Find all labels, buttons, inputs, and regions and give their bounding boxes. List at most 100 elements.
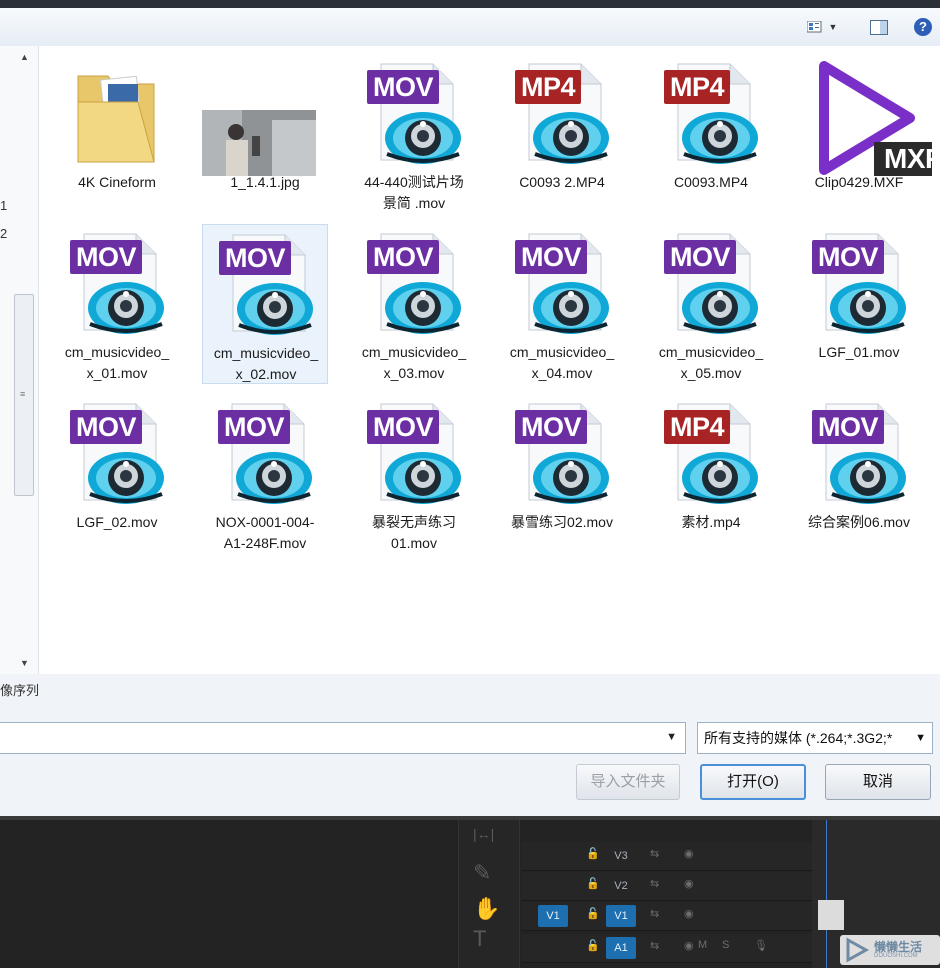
scrollbar-thumb[interactable]: ≡ <box>14 294 34 496</box>
film-reel-icon <box>381 274 465 341</box>
track-header[interactable]: 🔓 A1 ⇆ ◉ M S 🎙 <box>522 934 812 963</box>
track-header[interactable]: 🔓 V2 ⇆ ◉ <box>522 872 812 901</box>
file-item[interactable]: MOV 44-440测试片场 景简 .mov <box>351 54 477 214</box>
file-item[interactable]: MP4 C0093.MP4 <box>648 54 774 214</box>
file-item[interactable]: MOV 暴裂无声练习 01.mov <box>351 394 477 554</box>
change-view-button[interactable]: ▼ <box>802 16 842 38</box>
track-label[interactable]: V3 <box>606 845 636 867</box>
film-reel-icon <box>381 104 465 171</box>
eye-icon[interactable]: ◉ <box>684 847 694 860</box>
file-extension-badge: MXF <box>884 143 940 174</box>
preview-pane-button[interactable] <box>866 16 892 38</box>
import-folder-button[interactable]: 导入文件夹 <box>576 764 680 800</box>
sync-lock-icon[interactable]: ⇆ <box>650 907 659 920</box>
video-file-icon: MP4 <box>515 62 609 164</box>
film-reel-icon <box>678 104 762 171</box>
file-name-line: x_05.mov <box>680 365 742 381</box>
eye-icon[interactable]: ◉ <box>684 877 694 890</box>
navigation-pane-edge: 1 2 ▲ ≡ ▼ <box>0 46 39 674</box>
video-file-icon: MOV <box>70 402 164 504</box>
file-extension-badge: MOV <box>70 240 143 274</box>
file-name-label: 综合案例06.mov <box>786 512 932 533</box>
track-select-icon[interactable]: |↔| <box>473 826 494 842</box>
file-extension-badge: MOV <box>664 240 737 274</box>
file-item[interactable]: MOV 综合案例06.mov <box>796 394 922 554</box>
file-name-line: 4K Cineform <box>78 174 156 190</box>
file-item[interactable]: 4K Cineform <box>54 54 180 214</box>
file-name-line: x_04.mov <box>531 365 593 381</box>
source-patch-v1[interactable]: V1 <box>538 905 568 927</box>
file-name-line: C0093.MP4 <box>674 174 748 190</box>
watermark-subtext: DOUOSHI.COM <box>874 953 918 959</box>
microphone-icon[interactable]: 🎙 <box>754 939 768 952</box>
file-item[interactable]: MP4 C0093 2.MP4 <box>499 54 625 214</box>
lock-icon[interactable]: 🔓 <box>586 877 600 890</box>
scroll-down-icon[interactable]: ▼ <box>20 658 29 668</box>
open-button[interactable]: 打开(O) <box>700 764 806 800</box>
file-extension-badge: MOV <box>367 240 440 274</box>
file-item[interactable]: MOV LGF_01.mov <box>796 224 922 384</box>
hand-icon[interactable]: ✋ <box>473 896 500 922</box>
sync-lock-icon[interactable]: ⇆ <box>650 847 659 860</box>
help-button[interactable]: ? <box>912 16 934 38</box>
pen-icon[interactable]: ✎ <box>473 860 491 886</box>
nav-number: 2 <box>0 226 8 241</box>
scroll-up-icon[interactable]: ▲ <box>20 52 29 62</box>
file-name-label: LGF_02.mov <box>44 512 190 533</box>
eye-icon[interactable]: ◉ <box>684 939 694 952</box>
vertical-scrollbar[interactable]: ▲ ≡ ▼ <box>14 46 36 674</box>
playhead[interactable] <box>826 820 827 968</box>
video-file-icon: MOV <box>219 233 313 335</box>
watermark-logo: 懒懒生活 DOUOSHI.COM <box>840 935 940 965</box>
help-icon: ? <box>914 18 932 36</box>
file-name-line: Clip0429.MXF <box>814 174 904 190</box>
cancel-button[interactable]: 取消 <box>825 764 931 800</box>
eye-icon[interactable]: ◉ <box>684 907 694 920</box>
lock-icon[interactable]: 🔓 <box>586 939 600 952</box>
mute-button[interactable]: M <box>698 939 707 951</box>
file-item[interactable]: 1_1.4.1.jpg <box>202 54 328 214</box>
file-item[interactable]: MOV cm_musicvideo_ x_04.mov <box>499 224 625 384</box>
track-header[interactable]: 🔓 V3 ⇆ ◉ <box>522 842 812 871</box>
file-extension-badge: MOV <box>218 410 291 444</box>
sync-lock-icon[interactable]: ⇆ <box>650 877 659 890</box>
file-item[interactable]: MOV 暴雪练习02.mov <box>499 394 625 554</box>
file-type-filter-select[interactable]: 所有支持的媒体 (*.264;*.3G2;* ▼ <box>697 722 933 754</box>
file-item[interactable]: MXF Clip0429.MXF <box>796 54 940 214</box>
film-reel-icon <box>678 274 762 341</box>
file-extension-badge: MP4 <box>515 70 582 104</box>
file-item[interactable]: MP4 素材.mp4 <box>648 394 774 554</box>
solo-button[interactable]: S <box>722 939 729 951</box>
file-item[interactable]: MOV NOX-0001-004- A1-248F.mov <box>202 394 328 554</box>
lock-icon[interactable]: 🔓 <box>586 847 600 860</box>
file-item[interactable]: MOV cm_musicvideo_ x_01.mov <box>54 224 180 384</box>
lock-icon[interactable]: 🔓 <box>586 907 600 920</box>
clip-marker[interactable] <box>818 900 844 930</box>
video-file-icon: MOV <box>218 402 312 504</box>
file-name-line: cm_musicvideo_ <box>509 344 615 360</box>
film-reel-icon <box>84 274 168 341</box>
track-label[interactable]: V1 <box>606 905 636 927</box>
file-item[interactable]: MOV LGF_02.mov <box>54 394 180 554</box>
sync-lock-icon[interactable]: ⇆ <box>650 939 659 952</box>
video-file-icon: MOV <box>515 232 609 334</box>
track-label[interactable]: A1 <box>606 937 636 959</box>
file-name-label: cm_musicvideo_ x_01.mov <box>44 342 190 384</box>
video-file-icon: MOV <box>812 232 906 334</box>
film-reel-icon <box>529 274 613 341</box>
track-label[interactable]: V2 <box>606 875 636 897</box>
file-name-label: 暴雪练习02.mov <box>489 512 635 533</box>
chevron-down-icon[interactable]: ▼ <box>666 731 677 743</box>
file-name-label: NOX-0001-004- A1-248F.mov <box>192 512 338 554</box>
open-file-dialog: ▼ ? 1 2 ▲ ≡ ▼ 4K Cineform 1_1.4.1.jpg MO… <box>0 0 940 816</box>
window-title-strip <box>0 0 940 8</box>
file-extension-badge: MOV <box>219 241 292 275</box>
file-item[interactable]: MOV cm_musicvideo_ x_03.mov <box>351 224 477 384</box>
file-item[interactable]: MOV cm_musicvideo_ x_02.mov <box>202 224 328 384</box>
type-tool-icon[interactable]: T <box>473 926 486 952</box>
file-list-pane[interactable]: 1 2 ▲ ≡ ▼ 4K Cineform 1_1.4.1.jpg MOV 44… <box>0 46 940 674</box>
filename-input[interactable]: ▼ <box>0 722 686 754</box>
file-item[interactable]: MOV cm_musicvideo_ x_05.mov <box>648 224 774 384</box>
film-reel-icon <box>381 444 465 511</box>
file-name-label: 44-440测试片场 景简 .mov <box>341 172 487 214</box>
